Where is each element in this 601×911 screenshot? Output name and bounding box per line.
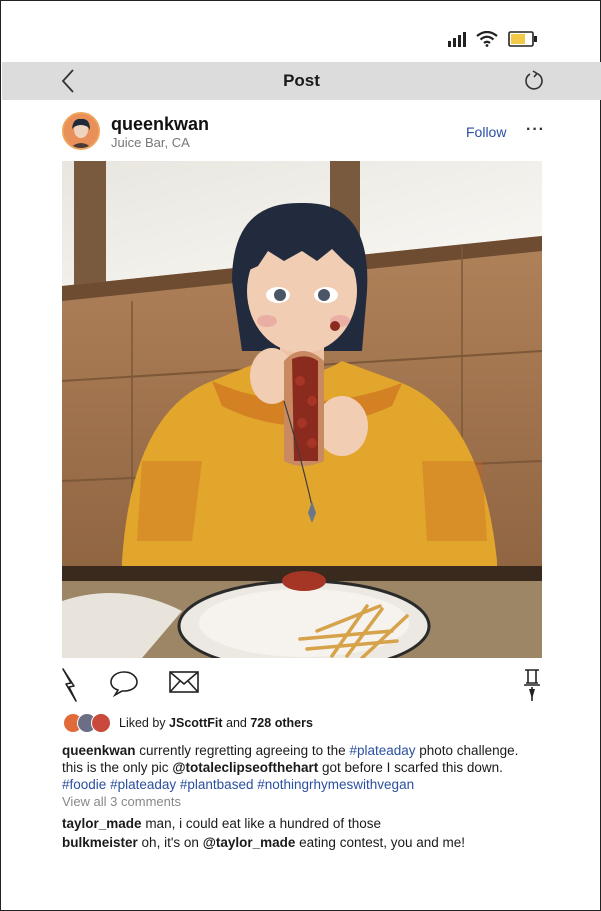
status-bar — [448, 31, 538, 47]
hashtag[interactable]: #plateaday — [349, 743, 415, 758]
caption-text: photo challenge. — [419, 743, 519, 758]
phone-frame: Post queenkwan Juice Bar, CA Follow ··· — [0, 0, 601, 911]
likes-count[interactable]: 728 others — [250, 716, 313, 730]
likes-summary[interactable]: Liked by JScottFit and 728 others — [63, 713, 313, 733]
pushpin-save-icon[interactable] — [521, 667, 543, 703]
lightning-like-icon[interactable] — [59, 667, 81, 703]
likes-prefix: Liked by — [119, 716, 166, 730]
mention-link[interactable]: @totaleclipseofthehart — [172, 760, 318, 775]
comment-username[interactable]: bulkmeister — [62, 835, 138, 850]
comment-item: bulkmeister oh, it's on @taylor_made eat… — [62, 835, 465, 850]
hashtag[interactable]: #foodie — [62, 777, 106, 792]
likes-text: Liked by JScottFit and 728 others — [119, 716, 313, 730]
signal-icon — [448, 31, 466, 47]
mention-link[interactable]: @taylor_made — [203, 835, 296, 850]
comment-text: eating contest, you and me! — [299, 835, 466, 850]
post-actions — [59, 667, 545, 703]
liker-avatars — [63, 713, 111, 733]
liker-avatar — [91, 713, 111, 733]
page-title: Post — [283, 71, 320, 90]
comment-bubble-icon[interactable] — [109, 669, 139, 697]
likes-and: and — [226, 716, 247, 730]
likes-user[interactable]: JScottFit — [169, 716, 222, 730]
profile-location[interactable]: Juice Bar, CA — [111, 135, 190, 150]
comment-username[interactable]: taylor_made — [62, 816, 142, 831]
hashtag[interactable]: #plantbased — [180, 777, 254, 792]
caption-username[interactable]: queenkwan — [62, 743, 136, 758]
battery-icon — [508, 31, 537, 47]
post-image[interactable] — [62, 161, 542, 658]
caption-text: this is the only pic — [62, 760, 169, 775]
caption-text: got before I scarfed this down. — [322, 760, 503, 775]
follow-button[interactable]: Follow — [466, 124, 506, 140]
view-all-comments-link[interactable]: View all 3 comments — [62, 794, 181, 809]
hashtag[interactable]: #nothingrhymeswithvegan — [257, 777, 414, 792]
hashtag[interactable]: #plateaday — [110, 777, 176, 792]
more-options-button[interactable]: ··· — [526, 121, 545, 139]
nav-header: Post — [2, 62, 601, 100]
wifi-icon — [476, 31, 498, 47]
refresh-icon[interactable] — [523, 70, 545, 92]
avatar[interactable] — [62, 112, 100, 150]
mail-envelope-icon[interactable] — [169, 671, 199, 693]
caption-text: currently regretting agreeing to the — [139, 743, 346, 758]
post-caption: queenkwan currently regretting agreeing … — [62, 742, 542, 793]
profile-username[interactable]: queenkwan — [111, 114, 209, 135]
comment-item: taylor_made man, i could eat like a hund… — [62, 816, 381, 831]
comment-text: man, i could eat like a hundred of those — [145, 816, 381, 831]
comment-text: oh, it's on — [141, 835, 199, 850]
